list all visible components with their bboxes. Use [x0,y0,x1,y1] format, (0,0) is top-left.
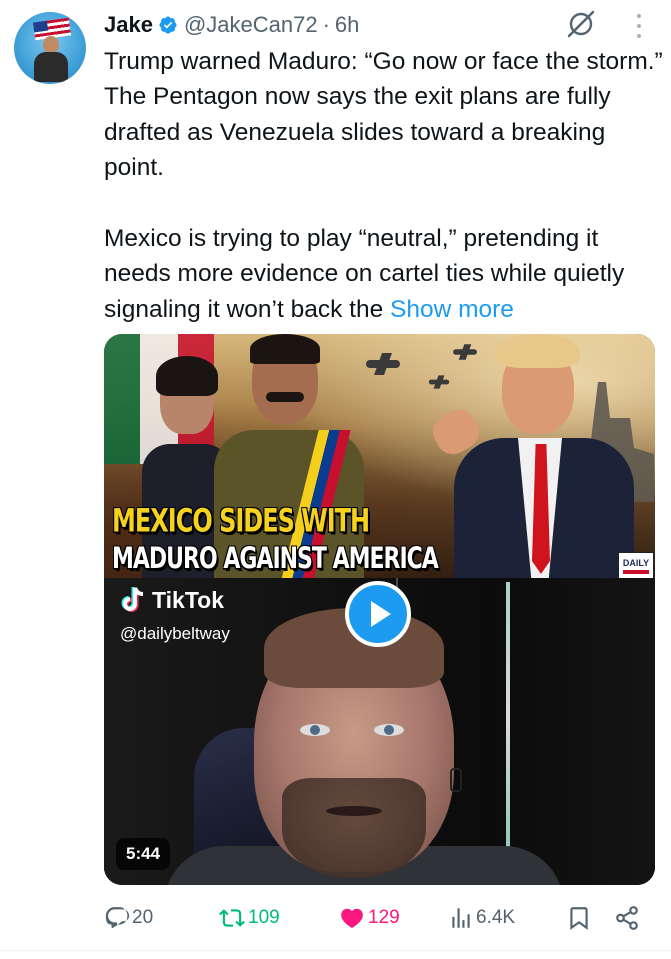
play-icon [371,601,391,627]
repost-count: 109 [248,907,280,928]
action-bar: 20 109 129 6.4K [104,900,654,936]
timestamp[interactable]: 6h [335,12,359,38]
show-more-link[interactable]: Show more [390,296,514,323]
media-card[interactable]: MEXICO SIDES WITH MADURO AGAINST AMERICA… [104,334,655,885]
verified-badge-icon [159,16,177,34]
play-button[interactable] [345,581,411,647]
share-button[interactable] [614,900,642,936]
like-icon [341,908,363,928]
thumbnail-logo: DAILY [618,552,654,578]
thumbnail-headline-line-1: MEXICO SIDES WITH [112,502,370,540]
tiktok-icon [121,587,144,612]
views-button[interactable]: 6.4K [448,900,515,936]
tweet-paragraph-1: Trump warned Maduro: “Go now or face the… [104,48,663,181]
share-icon [616,906,638,930]
thumbnail-person-right [426,334,634,578]
video-duration: 5:44 [116,838,171,870]
tiktok-watermark: TikTok [120,586,224,614]
tweet-paragraph-2: Mexico is trying to play “neutral,” pret… [104,221,664,327]
thumbnail-jet [366,360,400,368]
tiktok-handle: @dailybeltway [120,624,230,643]
thumbnail-headline-line-2: MADURO AGAINST AMERICA [112,542,439,577]
avatar-body [34,52,68,82]
thumbnail-headline: MEXICO SIDES WITH MADURO AGAINST AMERICA [112,502,439,577]
like-button[interactable]: 129 [338,900,400,936]
separator-dot: · [322,12,330,37]
video-person-eye [300,724,330,736]
views-count: 6.4K [476,907,516,928]
avatar[interactable] [14,12,86,84]
tiktok-brand: TikTok [152,586,224,613]
grok-icon[interactable] [565,10,597,38]
more-icon[interactable] [636,14,642,38]
reply-icon [105,907,130,929]
thumbnail-logo-text: DAILY [622,557,650,568]
tweet-paragraph-2-text: Mexico is trying to play “neutral,” pret… [104,225,625,323]
divider [0,950,671,951]
like-count: 129 [368,907,400,928]
video-frame[interactable]: X TikTok @dailybeltway [104,578,655,885]
video-thumbnail: MEXICO SIDES WITH MADURO AGAINST AMERICA… [104,334,655,578]
tweet-text: Trump warned Maduro: “Go now or face the… [104,44,664,327]
video-person-mouth [326,806,382,816]
author-name[interactable]: Jake [104,12,153,38]
author-handle[interactable]: @JakeCan72 [184,12,318,38]
video-person-earring [450,768,462,792]
tweet-header: Jake @JakeCan72 · 6h [104,10,359,40]
reply-button[interactable]: 20 [104,900,153,936]
bookmark-icon [570,907,588,930]
bookmark-button[interactable] [566,900,594,936]
video-person-eye [374,724,404,736]
reply-count: 20 [132,907,154,928]
repost-button[interactable]: 109 [218,900,280,936]
repost-icon [219,909,245,927]
video-person-beard [282,778,426,878]
views-icon [452,908,470,928]
video-light-strip [506,582,510,852]
